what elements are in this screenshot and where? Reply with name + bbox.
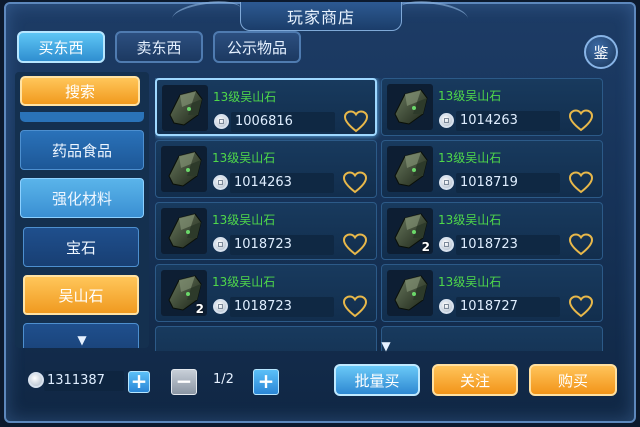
tab-public-items[interactable]: 公示物品 xyxy=(213,31,301,63)
item-price: 1018723 xyxy=(234,237,292,252)
item-slot[interactable]: 2 13级吴山石 1018723 xyxy=(381,202,603,260)
category-medicine-food[interactable]: 药品食品 xyxy=(20,130,144,170)
favorite-heart-icon[interactable] xyxy=(342,171,368,195)
wushan-stone-icon xyxy=(161,208,207,254)
add-money-button[interactable]: + xyxy=(128,371,150,393)
item-slot[interactable]: 13级吴山石 1006816 xyxy=(155,78,377,136)
silver-coin-icon xyxy=(213,175,228,190)
item-slot-partial[interactable] xyxy=(381,326,603,351)
item-quantity: 2 xyxy=(421,240,430,254)
silver-coin-icon xyxy=(213,299,228,314)
item-price: 1006816 xyxy=(235,114,293,129)
appraise-button[interactable]: 鉴 xyxy=(584,35,618,69)
category-gems[interactable]: 宝石 xyxy=(23,227,139,267)
item-slot[interactable]: 13级吴山石 1018727 xyxy=(381,264,603,322)
favorite-heart-icon[interactable] xyxy=(568,109,594,133)
item-name: 13级吴山石 xyxy=(438,275,502,289)
next-page-button[interactable]: + xyxy=(253,369,279,395)
item-name: 13级吴山石 xyxy=(212,151,276,165)
silver-coin-icon xyxy=(439,113,454,128)
bulk-buy-button[interactable]: 批量买 xyxy=(334,364,420,396)
silver-coin-icon xyxy=(214,114,229,129)
follow-button[interactable]: 关注 xyxy=(432,364,518,396)
silver-coin-icon xyxy=(439,175,454,190)
item-slot[interactable]: 13级吴山石 1018719 xyxy=(381,140,603,198)
favorite-heart-icon[interactable] xyxy=(568,171,594,195)
item-name: 13级吴山石 xyxy=(213,90,277,104)
favorite-heart-icon[interactable] xyxy=(342,295,368,319)
silver-coin-icon xyxy=(439,237,454,252)
search-button[interactable]: 搜索 xyxy=(20,76,140,106)
item-name: 13级吴山石 xyxy=(212,213,276,227)
item-name: 13级吴山石 xyxy=(438,151,502,165)
page-indicator: 1/2 xyxy=(213,372,234,387)
item-slot-partial[interactable] xyxy=(155,326,377,351)
item-price: 1014263 xyxy=(460,113,518,128)
item-slot[interactable]: 13级吴山石 1014263 xyxy=(381,78,603,136)
tab-sell[interactable]: 卖东西 xyxy=(115,31,203,63)
item-price: 1018723 xyxy=(234,299,292,314)
silver-coin-icon xyxy=(439,299,454,314)
item-price: 1018723 xyxy=(460,237,518,252)
item-quantity: 2 xyxy=(195,302,204,316)
category-enhance-materials[interactable]: 强化材料 xyxy=(20,178,144,218)
favorite-heart-icon[interactable] xyxy=(343,110,369,134)
item-name: 13级吴山石 xyxy=(438,89,502,103)
wushan-stone-icon xyxy=(387,270,433,316)
wushan-stone-icon xyxy=(387,146,433,192)
category-wushan-stone[interactable]: 吴山石 xyxy=(23,275,139,315)
title-bar: 玩家商店 xyxy=(240,2,402,31)
wushan-stone-icon xyxy=(162,85,208,131)
item-slot[interactable]: 13级吴山石 1014263 xyxy=(155,140,377,198)
silver-coin-icon xyxy=(28,372,44,388)
category-sidebar[interactable]: 搜索 药品食品 强化材料 宝石 吴山石 ▼ xyxy=(15,72,149,348)
wushan-stone-icon xyxy=(161,146,207,192)
prev-page-button[interactable]: − xyxy=(171,369,197,395)
buy-button[interactable]: 购买 xyxy=(529,364,617,396)
money-amount: 1311387 xyxy=(47,373,105,388)
favorite-heart-icon[interactable] xyxy=(568,233,594,257)
item-name: 13级吴山石 xyxy=(212,275,276,289)
item-grid: 13级吴山石 1006816 13级吴山石 1014263 13级吴山石 1014263 1… xyxy=(155,78,605,351)
window-title: 玩家商店 xyxy=(286,8,355,27)
wushan-stone-icon xyxy=(387,84,433,130)
wushan-stone-icon: 2 xyxy=(161,270,207,316)
item-price: 1014263 xyxy=(234,175,292,190)
sidebar-scroll-down-icon[interactable]: ▼ xyxy=(74,334,90,346)
item-price: 1018719 xyxy=(460,175,518,190)
favorite-heart-icon[interactable] xyxy=(568,295,594,319)
grid-scroll-down-icon[interactable]: ▼ xyxy=(377,339,395,353)
collapsed-category xyxy=(20,112,144,122)
tab-buy[interactable]: 买东西 xyxy=(17,31,105,63)
favorite-heart-icon[interactable] xyxy=(342,233,368,257)
item-slot[interactable]: 2 13级吴山石 1018723 xyxy=(155,264,377,322)
item-name: 13级吴山石 xyxy=(438,213,502,227)
wushan-stone-icon: 2 xyxy=(387,208,433,254)
item-slot[interactable]: 13级吴山石 1018723 xyxy=(155,202,377,260)
silver-coin-icon xyxy=(213,237,228,252)
item-price: 1018727 xyxy=(460,299,518,314)
